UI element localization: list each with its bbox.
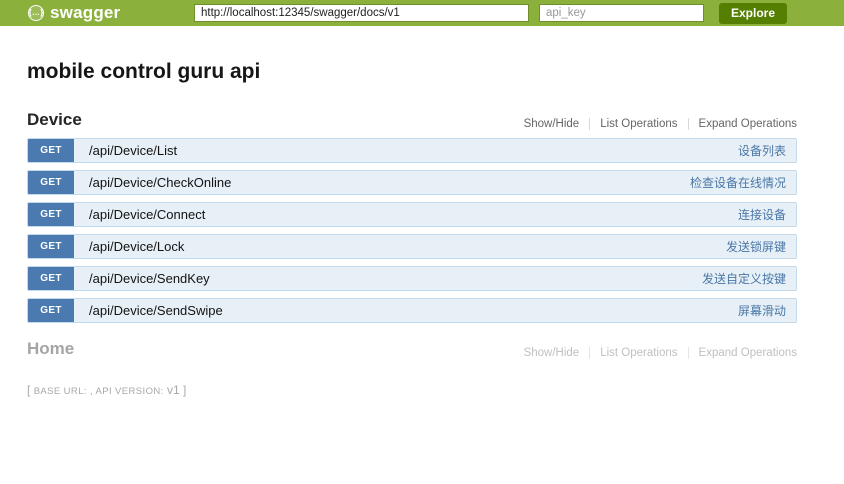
- section-header: Device Show/HideList OperationsExpand Op…: [27, 110, 797, 130]
- base-url-info: [ BASE URL: , API VERSION: v1 ]: [27, 383, 797, 397]
- endpoint-path[interactable]: /api/Device/SendSwipe: [89, 303, 223, 318]
- endpoint-summary[interactable]: 发送锁屏键: [726, 238, 786, 255]
- api-url-input[interactable]: [194, 4, 529, 22]
- swagger-logo-text: swagger: [50, 3, 120, 23]
- endpoint-row[interactable]: GET /api/Device/Lock 发送锁屏键: [27, 234, 797, 259]
- api-version-value: v1: [167, 383, 180, 397]
- endpoint-path[interactable]: /api/Device/Connect: [89, 207, 205, 222]
- main-content: mobile control guru api Device Show/Hide…: [0, 60, 844, 397]
- section-title[interactable]: Device: [27, 110, 82, 130]
- http-method-badge: GET: [28, 139, 74, 162]
- topbar: {…} swagger Explore: [0, 0, 844, 26]
- section-links: Show/HideList OperationsExpand Operation…: [514, 118, 797, 130]
- endpoint-row[interactable]: GET /api/Device/Connect 连接设备: [27, 202, 797, 227]
- endpoint-summary[interactable]: 发送自定义按键: [702, 270, 786, 287]
- section-link-list-operations[interactable]: List Operations: [589, 347, 687, 359]
- http-method-badge: GET: [28, 203, 74, 226]
- section-link-list-operations[interactable]: List Operations: [589, 118, 687, 130]
- endpoint-summary[interactable]: 设备列表: [738, 142, 786, 159]
- endpoint-path[interactable]: /api/Device/SendKey: [89, 271, 210, 286]
- section-header: Home Show/HideList OperationsExpand Oper…: [27, 339, 797, 359]
- explore-button[interactable]: Explore: [719, 3, 787, 24]
- http-method-badge: GET: [28, 171, 74, 194]
- section-links: Show/HideList OperationsExpand Operation…: [514, 347, 797, 359]
- endpoint-path[interactable]: /api/Device/List: [89, 143, 177, 158]
- section-title[interactable]: Home: [27, 339, 74, 359]
- sections: Device Show/HideList OperationsExpand Op…: [27, 110, 797, 359]
- endpoint-row[interactable]: GET /api/Device/CheckOnline 检查设备在线情况: [27, 170, 797, 195]
- endpoint-summary[interactable]: 连接设备: [738, 206, 786, 223]
- endpoint-list: GET /api/Device/List 设备列表 GET /api/Devic…: [27, 138, 797, 323]
- swagger-logo[interactable]: {…} swagger: [28, 3, 120, 23]
- bracket-open: [: [27, 383, 30, 397]
- section-device: Device Show/HideList OperationsExpand Op…: [27, 110, 797, 323]
- swagger-braces-icon: {…}: [28, 5, 44, 21]
- endpoint-path[interactable]: /api/Device/Lock: [89, 239, 184, 254]
- bracket-close: ]: [183, 383, 186, 397]
- endpoint-path[interactable]: /api/Device/CheckOnline: [89, 175, 231, 190]
- section-link-show-hide[interactable]: Show/Hide: [514, 347, 590, 359]
- endpoint-row[interactable]: GET /api/Device/SendSwipe 屏幕滑动: [27, 298, 797, 323]
- endpoint-summary[interactable]: 屏幕滑动: [738, 302, 786, 319]
- endpoint-row[interactable]: GET /api/Device/SendKey 发送自定义按键: [27, 266, 797, 291]
- section-link-expand-operations[interactable]: Expand Operations: [688, 118, 797, 130]
- http-method-badge: GET: [28, 299, 74, 322]
- base-url-labels: BASE URL: , API VERSION:: [34, 386, 164, 397]
- section-link-expand-operations[interactable]: Expand Operations: [688, 347, 797, 359]
- http-method-badge: GET: [28, 267, 74, 290]
- endpoint-summary[interactable]: 检查设备在线情况: [690, 174, 786, 191]
- page-title: mobile control guru api: [27, 60, 797, 84]
- section-home: Home Show/HideList OperationsExpand Oper…: [27, 339, 797, 359]
- api-key-input[interactable]: [539, 4, 704, 22]
- section-link-show-hide[interactable]: Show/Hide: [514, 118, 590, 130]
- endpoint-row[interactable]: GET /api/Device/List 设备列表: [27, 138, 797, 163]
- http-method-badge: GET: [28, 235, 74, 258]
